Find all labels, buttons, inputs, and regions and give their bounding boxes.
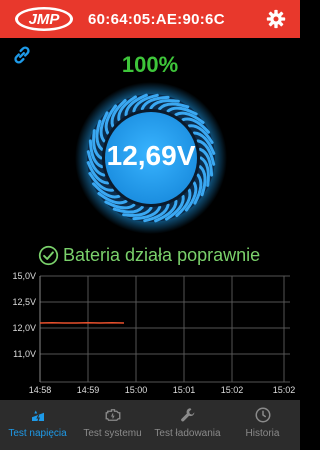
status-text: Bateria działa poprawnie bbox=[63, 245, 261, 265]
chart-y-tick-label: 12,5V bbox=[12, 297, 36, 307]
chart-y-tick-label: 12,0V bbox=[12, 323, 36, 333]
chart-x-tick-label: 15:02 bbox=[273, 385, 296, 395]
voltage-chart: 15,0V 12,5V 12,0V 11,0V 14:58 14:59 15:00 15:01… bbox=[12, 271, 296, 395]
chart-y-tick-label: 11,0V bbox=[13, 349, 36, 359]
battery-bolt-icon bbox=[31, 410, 44, 422]
chart-x-tick-label: 15:01 bbox=[173, 385, 196, 395]
nav-item-historia[interactable]: Historia bbox=[225, 400, 300, 450]
wrench-icon bbox=[180, 408, 194, 422]
device-id: 60:64:05:AE:90:6C bbox=[88, 11, 225, 28]
nav-item-test-ladowania[interactable]: Test ładowania bbox=[150, 400, 225, 450]
nav-label: Test ładowania bbox=[154, 428, 221, 439]
voltage-readout: 12,69V bbox=[106, 140, 196, 171]
nav-label: Test systemu bbox=[83, 428, 142, 439]
nav-label: Historia bbox=[245, 428, 280, 439]
clock-icon bbox=[255, 407, 270, 423]
jmp-logo: JMP bbox=[15, 7, 73, 31]
chart-x-tick-label: 15:00 bbox=[125, 385, 148, 395]
check-circle-icon bbox=[38, 245, 59, 266]
nav-item-test-systemu[interactable]: Test systemu bbox=[75, 400, 150, 450]
bottom-nav: Test napięcia Test systemu Test ładowani… bbox=[0, 400, 300, 450]
battery-percent: 100% bbox=[121, 52, 179, 77]
chart-y-tick-label: 15,0V bbox=[12, 271, 36, 281]
logo-text: JMP bbox=[29, 11, 61, 28]
gear-icon[interactable] bbox=[266, 9, 286, 29]
top-bar: JMP 60:64:05:AE:90:6C bbox=[0, 0, 300, 38]
chart-x-tick-label: 15:02 bbox=[221, 385, 244, 395]
chart-x-tick-label: 14:58 bbox=[29, 385, 52, 395]
nav-item-test-napiecia[interactable]: Test napięcia bbox=[0, 400, 75, 450]
engine-icon bbox=[105, 409, 120, 421]
nav-label: Test napięcia bbox=[8, 428, 67, 439]
chart-x-tick-label: 14:59 bbox=[77, 385, 100, 395]
